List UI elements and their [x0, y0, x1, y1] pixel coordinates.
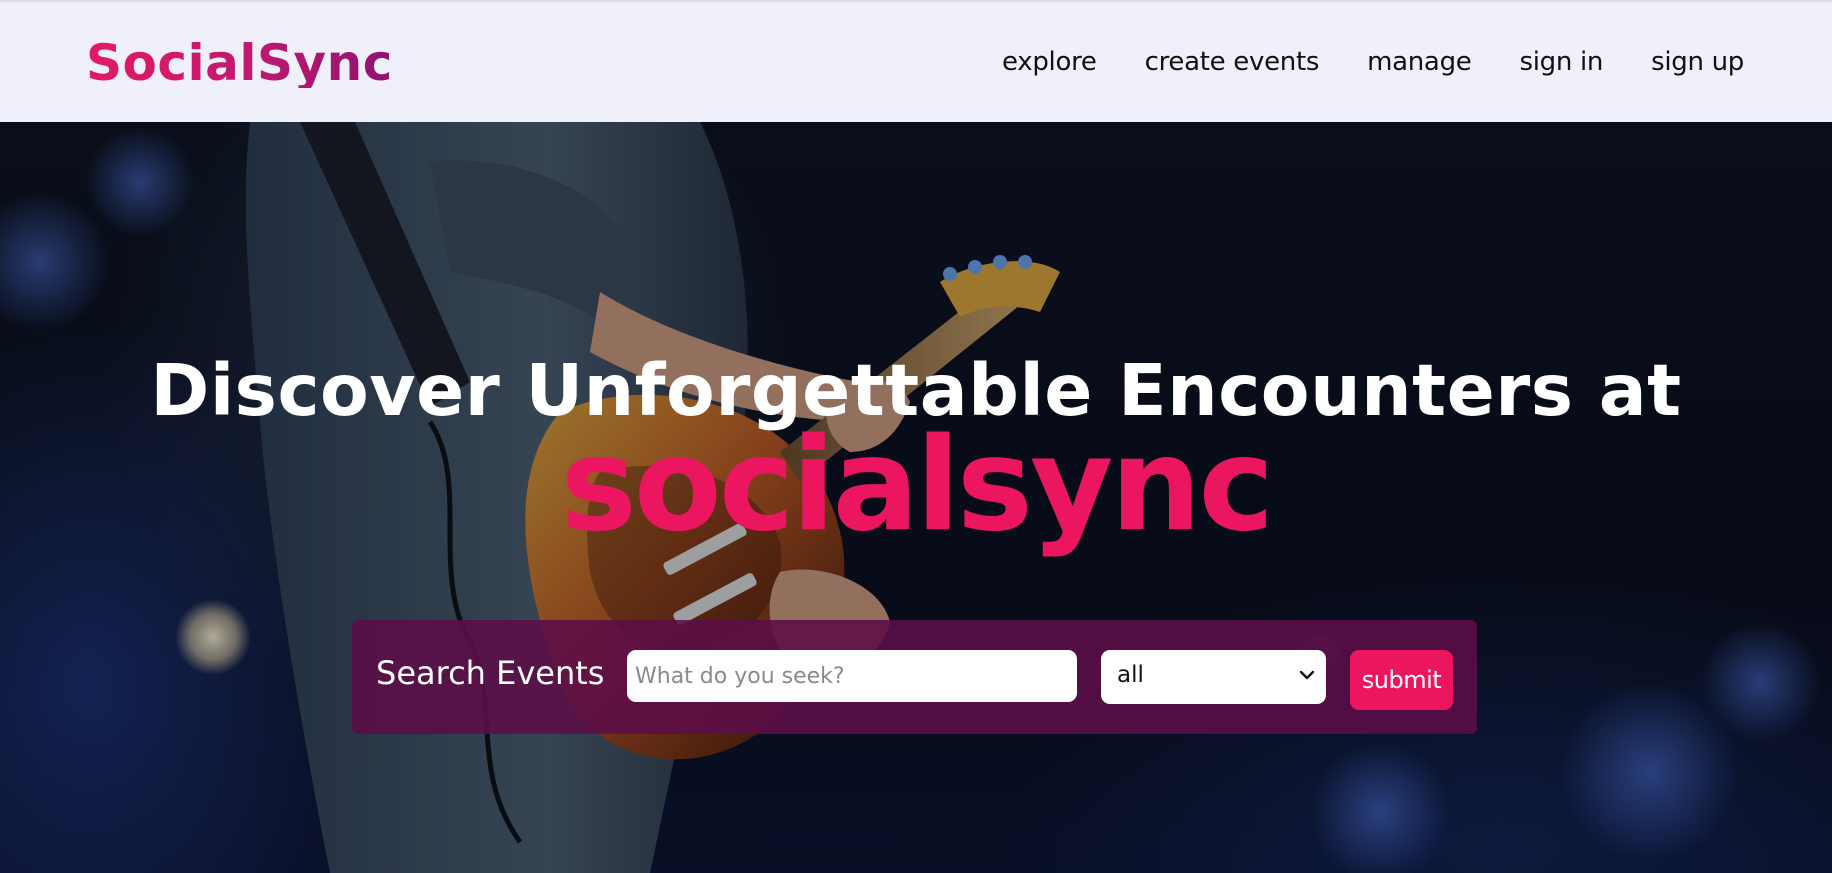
- search-input[interactable]: [627, 650, 1077, 702]
- category-select[interactable]: all: [1101, 650, 1326, 704]
- search-panel: Search Events all submit: [352, 620, 1477, 734]
- navbar: SocialSync explore create events manage …: [0, 0, 1832, 122]
- nav-link-manage[interactable]: manage: [1367, 47, 1472, 78]
- hero-brand-wordmark: socialsync: [560, 411, 1275, 560]
- brand-logo[interactable]: SocialSync: [86, 38, 393, 88]
- search-label: Search Events: [376, 654, 605, 692]
- nav-link-sign-in[interactable]: sign in: [1519, 47, 1603, 78]
- nav-menu: explore create events manage sign in sig…: [1002, 47, 1744, 78]
- category-select-value: all: [1117, 662, 1144, 688]
- nav-link-create-events[interactable]: create events: [1145, 47, 1320, 78]
- nav-link-explore[interactable]: explore: [1002, 47, 1097, 78]
- nav-link-sign-up[interactable]: sign up: [1651, 47, 1744, 78]
- chevron-down-icon: [1299, 670, 1315, 680]
- hero-section: Discover Unforgettable Encounters at soc…: [0, 122, 1832, 873]
- submit-button[interactable]: submit: [1350, 650, 1453, 710]
